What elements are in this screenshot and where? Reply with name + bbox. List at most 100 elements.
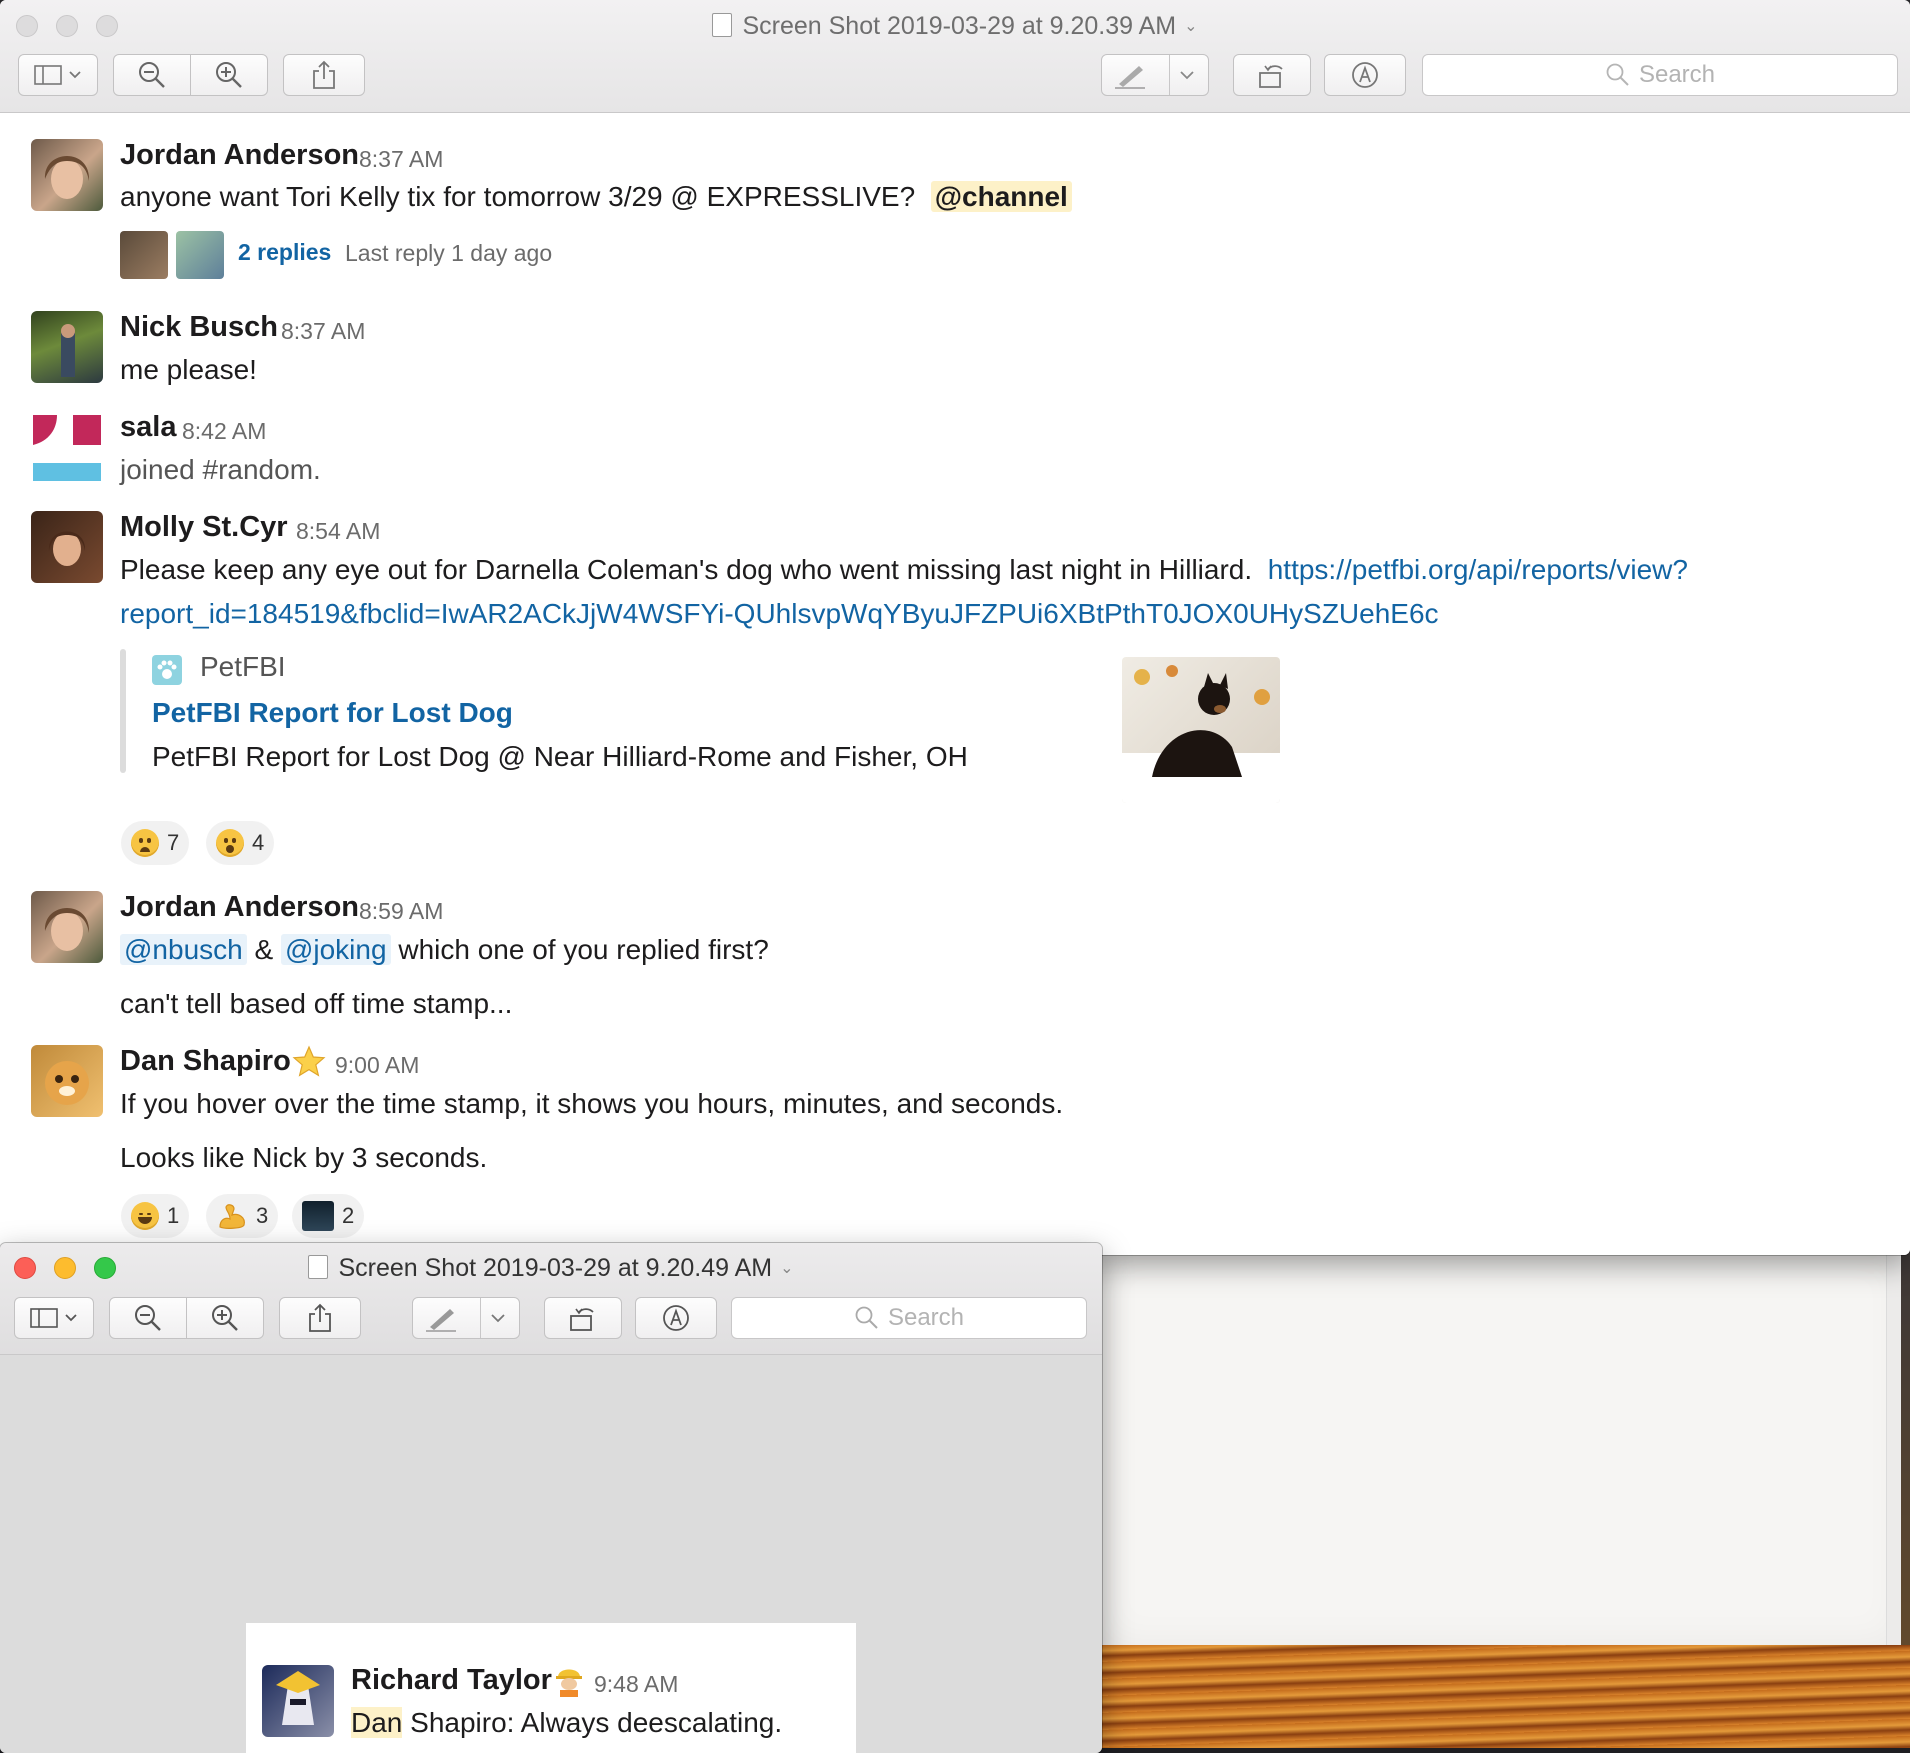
document-icon [712, 13, 733, 37]
background-window [1100, 1250, 1901, 1645]
slack-channel-messages: Jordan Anderson 8:37 AM anyone want Tori… [0, 113, 1910, 1255]
markup-button[interactable] [1101, 54, 1209, 96]
user-name[interactable]: Richard Taylor [351, 1664, 552, 1697]
avatar[interactable] [31, 311, 103, 383]
avatar[interactable] [31, 891, 103, 963]
avatar[interactable] [262, 1665, 334, 1737]
avatar[interactable] [31, 1045, 103, 1117]
reaction-count: 3 [256, 1203, 269, 1228]
zoom-in-button[interactable] [190, 54, 268, 96]
window-title[interactable]: Screen Shot 2019-03-29 at 9.20.49 AM ⌄ [0, 1254, 1102, 1283]
user-name[interactable]: Jordan Anderson [120, 891, 359, 924]
desktop-wallpaper-water [1100, 1645, 1910, 1748]
search-placeholder: Search [1638, 61, 1716, 88]
pen-markup-icon [1115, 66, 1194, 89]
worried-face-icon [131, 829, 159, 857]
custom-emoji-icon [302, 1201, 334, 1231]
reaction-flexed-biceps[interactable]: 3 [206, 1194, 279, 1238]
search-field[interactable]: Search [731, 1297, 1087, 1339]
user-name[interactable]: Nick Busch [120, 311, 278, 344]
message-text: Please keep any eye out for Darnella Col… [120, 554, 1688, 585]
rotate-button[interactable] [1233, 54, 1311, 96]
timestamp[interactable]: 8:42 AM [182, 418, 266, 445]
avatar[interactable] [31, 511, 103, 583]
reaction-count: 1 [167, 1203, 180, 1228]
attachment-title-link[interactable]: PetFBI Report for Lost Dog [152, 697, 513, 729]
annotate-button[interactable] [635, 1297, 717, 1339]
sidebar-icon [30, 1308, 77, 1328]
avatar[interactable] [31, 411, 103, 483]
timestamp[interactable]: 9:00 AM [335, 1052, 419, 1079]
reaction-laughing[interactable]: 1 [121, 1194, 190, 1238]
sidebar-view-button[interactable] [14, 1297, 94, 1339]
zoom-out-icon [135, 1305, 161, 1331]
sidebar-icon [34, 65, 81, 85]
user-mention[interactable]: @nbusch [120, 934, 247, 965]
reaction-count: 7 [167, 830, 180, 855]
user-name[interactable]: Molly St.Cyr [120, 511, 288, 544]
preview-window-second: Screen Shot 2019-03-29 at 9.20.49 AM ⌄ Se… [0, 1243, 1102, 1753]
timestamp[interactable]: 8:54 AM [296, 518, 380, 545]
user-name[interactable]: sala [120, 411, 176, 444]
message-text: Looks like Nick by 3 seconds. [120, 1142, 488, 1173]
message-text: joined #random. [120, 454, 321, 485]
markup-button[interactable] [412, 1297, 520, 1339]
message-text: Dan Shapiro: Always deescalating. [351, 1707, 783, 1738]
timestamp[interactable]: 8:37 AM [359, 146, 443, 173]
channel-mention[interactable]: @channel [930, 181, 1072, 212]
chevron-down-icon: ⌄ [780, 1260, 794, 1277]
zoom-in-icon [212, 1305, 238, 1331]
message-text: anyone want Tori Kelly tix for tomorrow … [120, 181, 1072, 213]
annotate-button[interactable] [1324, 54, 1406, 96]
star-icon [292, 1045, 326, 1079]
search-placeholder: Search [887, 1304, 965, 1331]
avatar[interactable] [31, 139, 103, 211]
reaction-count: 4 [252, 830, 265, 855]
construction-worker-icon [554, 1663, 584, 1697]
report-link[interactable]: https://petfbi.org/api/reports/view? [1268, 554, 1688, 585]
thread-replies-link[interactable]: 2 replies [238, 239, 331, 266]
attachment-site-name: PetFBI [200, 651, 286, 682]
message-text: If you hover over the time stamp, it sho… [120, 1088, 1064, 1119]
timestamp[interactable]: 8:37 AM [281, 318, 365, 345]
zoom-out-icon [139, 62, 165, 88]
user-mention[interactable]: @joking [280, 934, 391, 965]
attachment-border [120, 649, 126, 773]
rotate-button[interactable] [544, 1297, 622, 1339]
share-button[interactable] [279, 1297, 361, 1339]
share-button[interactable] [283, 54, 365, 96]
window-title[interactable]: Screen Shot 2019-03-29 at 9.20.39 AM ⌄ [0, 12, 1910, 41]
rotate-icon [1259, 65, 1283, 88]
share-icon [309, 1303, 331, 1332]
zoom-in-button[interactable] [186, 1297, 264, 1339]
zoom-out-button[interactable] [109, 1297, 187, 1339]
titlebar: Screen Shot 2019-03-29 at 9.20.39 AM ⌄ Se… [0, 0, 1910, 113]
annotate-icon [663, 1305, 689, 1331]
reply-avatar[interactable] [176, 231, 224, 279]
document-icon [308, 1255, 329, 1279]
reaction-hushed[interactable]: 4 [206, 821, 275, 865]
attachment-description: PetFBI Report for Lost Dog @ Near Hillia… [152, 741, 968, 772]
search-field[interactable]: Search [1422, 54, 1898, 96]
pen-markup-icon [426, 1309, 505, 1332]
reply-avatar[interactable] [120, 231, 168, 279]
lost-dog-thumbnail[interactable] [1122, 657, 1280, 803]
laughing-face-icon [131, 1202, 159, 1230]
image-canvas: Richard Taylor 9:48 AM Dan Shapiro: Alwa… [0, 1355, 1102, 1753]
reaction-worried[interactable]: 7 [121, 821, 190, 865]
user-name[interactable]: Dan Shapiro [120, 1045, 291, 1078]
user-name[interactable]: Jordan Anderson [120, 139, 359, 172]
reaction-custom[interactable]: 2 [292, 1194, 365, 1238]
timestamp[interactable]: 8:59 AM [359, 898, 443, 925]
titlebar: Screen Shot 2019-03-29 at 9.20.49 AM ⌄ Se… [0, 1243, 1102, 1355]
reaction-count: 2 [342, 1203, 355, 1228]
sidebar-view-button[interactable] [18, 54, 98, 96]
chevron-down-icon: ⌄ [1184, 18, 1198, 35]
message-text: @nbusch & @joking which one of you repli… [120, 934, 769, 966]
highlighted-name: Dan [351, 1707, 403, 1738]
zoom-out-button[interactable] [113, 54, 191, 96]
search-icon [1606, 63, 1629, 86]
report-link-continued[interactable]: report_id=184519&fbclid=IwAR2ACkJjW4WSFY… [120, 598, 1439, 630]
timestamp[interactable]: 9:48 AM [594, 1671, 678, 1698]
flexed-biceps-icon [219, 1204, 245, 1229]
